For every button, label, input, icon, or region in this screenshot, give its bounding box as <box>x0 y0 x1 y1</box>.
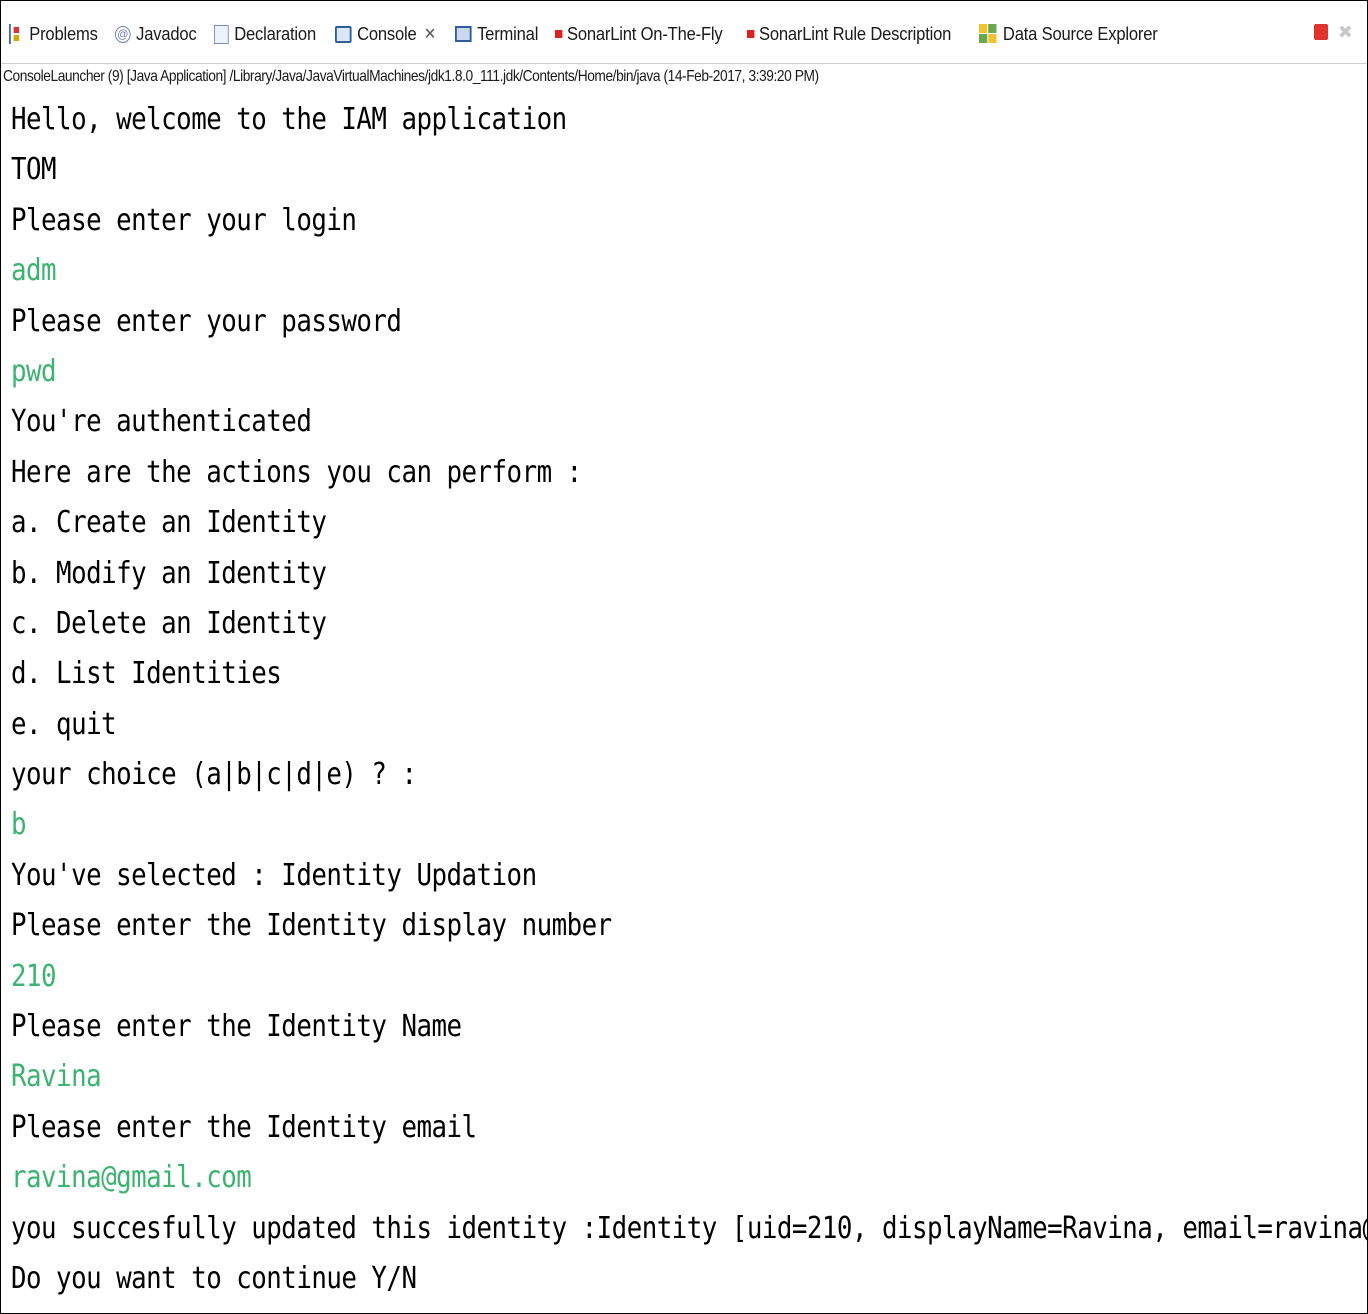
console-output-line: You're authenticated <box>11 404 312 440</box>
remove-launch-icon[interactable]: ✖ <box>1338 23 1353 41</box>
tab-label: Terminal <box>476 23 539 44</box>
console-toolbar: ✖ <box>1313 23 1353 41</box>
console-output-line: Here are the actions you can perform : <box>11 454 582 490</box>
console-output-line: c. Delete an Identity <box>11 605 327 641</box>
console-output-line: a. Create an Identity <box>11 505 327 541</box>
tab-console[interactable]: Console ✕ <box>334 23 436 45</box>
console-input-line: b <box>11 807 27 843</box>
sonarlint-icon <box>747 30 755 38</box>
launch-description: ConsoleLauncher (9) [Java Application] /… <box>3 68 819 85</box>
tab-terminal[interactable]: Terminal <box>454 23 539 45</box>
tab-data-source-explorer[interactable]: Data Source Explorer <box>979 24 1158 45</box>
console-input-line: Ravina <box>11 1059 102 1095</box>
terminal-icon <box>454 26 472 42</box>
console-output-line: b. Modify an Identity <box>11 555 327 591</box>
console-output-line: d. List Identities <box>11 656 282 692</box>
console-output-line: Please enter the Identity display number <box>11 908 612 944</box>
javadoc-icon: @ <box>115 25 132 43</box>
console-output-line: your choice (a|b|c|d|e) ? : <box>11 757 417 793</box>
console-output-line: TOM <box>11 152 57 188</box>
tab-sonarlint-rule-description[interactable]: SonarLint Rule Description <box>747 23 952 45</box>
console-input-line: pwd <box>11 353 57 389</box>
console-input-line: adm <box>11 253 57 289</box>
console-output-line: you succesfully updated this identity :I… <box>11 1210 1367 1246</box>
data-source-explorer-icon <box>979 24 998 44</box>
tab-javadoc[interactable]: @ Javadoc <box>115 24 197 45</box>
tab-label: Problems <box>29 23 98 44</box>
console-output[interactable]: Hello, welcome to the IAM application TOM… <box>11 95 1367 1304</box>
tab-sonarlint-on-the-fly[interactable]: SonarLint On-The-Fly <box>555 24 723 45</box>
terminate-icon[interactable] <box>1313 24 1328 40</box>
tab-label: SonarLint On-The-Fly <box>567 23 723 44</box>
console-output-line: Please enter your password <box>11 303 402 339</box>
console-icon <box>334 25 352 43</box>
close-icon[interactable]: ✕ <box>424 24 436 44</box>
declaration-icon <box>214 24 229 44</box>
tab-problems[interactable]: Problems <box>9 24 98 45</box>
console-output-line: Hello, welcome to the IAM application <box>11 102 567 137</box>
tab-label: Data Source Explorer <box>1003 23 1158 44</box>
tab-label: Javadoc <box>136 23 198 44</box>
eclipse-console-view: Problems @ Javadoc Declaration Console ✕… <box>0 0 1368 1314</box>
sonarlint-icon <box>555 30 563 38</box>
tab-label: Console <box>357 23 417 44</box>
console-output-line: Please enter the Identity email <box>11 1109 477 1145</box>
tab-label: SonarLint Rule Description <box>759 23 952 44</box>
problems-icon <box>9 24 24 44</box>
console-output-line: e. quit <box>11 706 117 742</box>
console-input-line: ravina@gmail.com <box>11 1160 252 1196</box>
console-output-line: Please enter your login <box>11 202 357 238</box>
view-tabs: Problems @ Javadoc Declaration Console ✕… <box>9 19 1183 49</box>
tab-label: Declaration <box>234 23 317 44</box>
view-tab-bar: Problems @ Javadoc Declaration Console ✕… <box>1 1 1367 64</box>
console-output-line: Do you want to continue Y/N <box>11 1260 417 1296</box>
console-output-line: You've selected : Identity Updation <box>11 857 537 893</box>
console-output-line: Please enter the Identity Name <box>11 1009 462 1045</box>
console-input-line: 210 <box>11 958 57 994</box>
tab-declaration[interactable]: Declaration <box>214 24 316 45</box>
